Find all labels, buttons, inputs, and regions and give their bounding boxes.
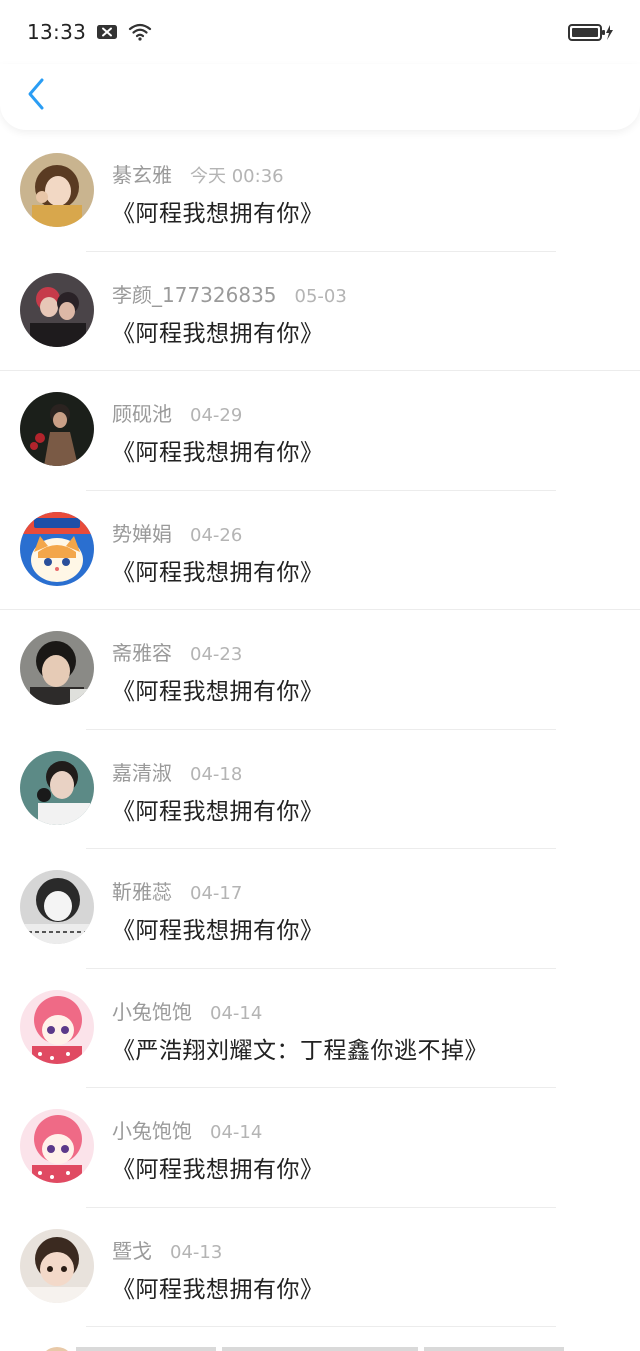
wifi-icon (128, 23, 152, 41)
notification-x-icon (96, 24, 118, 40)
item-meta: 嘉清淑 04-18 (112, 757, 242, 786)
item-meta: 小兔饱饱 04-14 (112, 996, 262, 1025)
comment-list: 綦玄雅 今天 00:36 《阿程我想拥有你》 李颜_177326835 05-0… (0, 132, 640, 1327)
avatar[interactable] (20, 1109, 94, 1183)
loading-strip (424, 1347, 564, 1351)
top-nav-bar (0, 64, 640, 130)
item-date: 04-17 (190, 883, 243, 904)
battery-charging-icon (568, 22, 614, 42)
author-name[interactable]: 嘉清淑 (112, 757, 172, 786)
avatar[interactable] (20, 511, 94, 586)
author-name[interactable]: 小兔饱饱 (112, 1115, 192, 1144)
item-title[interactable]: 《阿程我想拥有你》 (112, 792, 324, 826)
avatar[interactable] (20, 870, 94, 944)
status-bar: 13:33 (0, 0, 640, 64)
item-date: 04-14 (210, 1002, 263, 1024)
avatar[interactable] (20, 750, 94, 825)
item-meta: 小兔饱饱 04-14 (112, 1115, 262, 1144)
loading-strip (76, 1347, 216, 1351)
comment-list-page: 13:33 綦玄雅 今天 00:36 《阿程我想拥有你》 李颜_17732683… (0, 0, 640, 1351)
item-title[interactable]: 《阿程我想拥有你》 (112, 553, 324, 587)
avatar[interactable] (20, 631, 94, 705)
list-item[interactable]: 小兔饱饱 04-14 《严浩翔刘耀文：丁程鑫你逃不掉》 (0, 969, 640, 1088)
item-title[interactable]: 《阿程我想拥有你》 (112, 194, 324, 228)
list-item[interactable]: 斋雅容 04-23 《阿程我想拥有你》 (0, 610, 640, 730)
status-time: 13:33 (27, 20, 87, 44)
avatar[interactable] (20, 153, 94, 227)
next-item-peek (0, 1327, 640, 1351)
author-name[interactable]: 势婵娟 (112, 518, 172, 547)
back-button[interactable] (18, 74, 54, 114)
item-title[interactable]: 《阿程我想拥有你》 (112, 433, 324, 467)
avatar[interactable] (20, 392, 94, 466)
list-item[interactable]: 靳雅蕊 04-17 《阿程我想拥有你》 (0, 849, 640, 969)
item-title[interactable]: 《阿程我想拥有你》 (112, 672, 324, 706)
loading-strip (222, 1347, 418, 1351)
item-title[interactable]: 《阿程我想拥有你》 (112, 911, 324, 945)
list-item[interactable]: 李颜_177326835 05-03 《阿程我想拥有你》 (0, 252, 640, 371)
list-item[interactable]: 小兔饱饱 04-14 《阿程我想拥有你》 (0, 1088, 640, 1208)
item-meta: 暨戈 04-13 (112, 1235, 222, 1264)
list-item[interactable]: 势婵娟 04-26 《阿程我想拥有你》 (0, 491, 640, 610)
item-meta: 綦玄雅 今天 00:36 (112, 159, 284, 188)
item-meta: 势婵娟 04-26 (112, 518, 242, 547)
status-left: 13:33 (27, 20, 152, 44)
author-name[interactable]: 斋雅容 (112, 637, 172, 666)
avatar[interactable] (20, 1228, 94, 1303)
item-title[interactable]: 《阿程我想拥有你》 (112, 1270, 324, 1304)
author-name[interactable]: 顾砚池 (112, 398, 172, 427)
avatar (40, 1347, 74, 1351)
chevron-left-icon (28, 78, 44, 110)
author-name[interactable]: 李颜_177326835 (112, 279, 277, 308)
item-date: 04-14 (210, 1122, 263, 1143)
item-meta: 靳雅蕊 04-17 (112, 876, 242, 905)
avatar[interactable] (20, 272, 94, 347)
author-name[interactable]: 綦玄雅 (112, 159, 172, 188)
item-date: 今天 00:36 (190, 166, 284, 187)
item-date: 04-26 (190, 524, 243, 546)
item-title[interactable]: 《阿程我想拥有你》 (112, 1150, 324, 1184)
item-title[interactable]: 《阿程我想拥有你》 (112, 314, 324, 348)
author-name[interactable]: 靳雅蕊 (112, 876, 172, 905)
author-name[interactable]: 小兔饱饱 (112, 996, 192, 1025)
author-name[interactable]: 暨戈 (112, 1235, 152, 1264)
item-date: 04-13 (170, 1241, 223, 1263)
item-date: 04-18 (190, 763, 243, 785)
item-date: 05-03 (294, 285, 347, 307)
item-meta: 李颜_177326835 05-03 (112, 279, 347, 308)
list-item[interactable]: 顾砚池 04-29 《阿程我想拥有你》 (0, 371, 640, 491)
list-item[interactable]: 暨戈 04-13 《阿程我想拥有你》 (0, 1208, 640, 1327)
item-title[interactable]: 《严浩翔刘耀文：丁程鑫你逃不掉》 (112, 1031, 488, 1065)
item-date: 04-23 (190, 644, 243, 665)
list-item[interactable]: 嘉清淑 04-18 《阿程我想拥有你》 (0, 730, 640, 849)
list-item[interactable]: 綦玄雅 今天 00:36 《阿程我想拥有你》 (0, 132, 640, 252)
item-meta: 顾砚池 04-29 (112, 398, 242, 427)
item-date: 04-29 (190, 405, 243, 426)
item-meta: 斋雅容 04-23 (112, 637, 242, 666)
avatar[interactable] (20, 989, 94, 1064)
